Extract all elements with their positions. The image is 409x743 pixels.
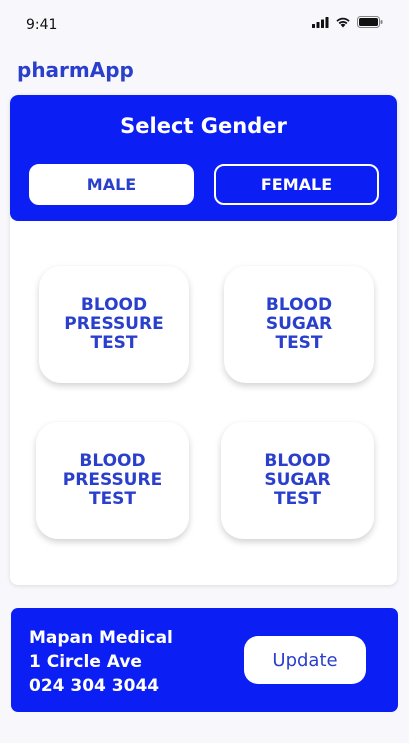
blood-pressure-test-tile[interactable]: BLOOD PRESSURE TEST bbox=[39, 266, 189, 383]
gender-title: Select Gender bbox=[120, 114, 287, 138]
tile-label-line: TEST bbox=[275, 333, 323, 353]
tile-label-line: BLOOD bbox=[80, 295, 148, 315]
blood-sugar-test-tile[interactable]: BLOOD SUGAR TEST bbox=[224, 266, 374, 383]
tile-label-line: SUGAR bbox=[264, 470, 331, 490]
female-button[interactable]: FEMALE bbox=[214, 164, 379, 205]
tile-label: BLOOD PRESSURE TEST bbox=[64, 296, 163, 353]
male-button[interactable]: MALE bbox=[29, 164, 194, 205]
pharmacy-info: Mapan Medical 1 Circle Ave 024 304 3044 bbox=[29, 626, 173, 698]
tile-label-line: TEST bbox=[88, 489, 137, 509]
pharmacy-footer: Mapan Medical 1 Circle Ave 024 304 3044 … bbox=[11, 608, 398, 712]
tile-label: BLOOD SUGAR TEST bbox=[264, 452, 330, 509]
status-bar: 9:41 bbox=[0, 0, 409, 50]
tile-label-line: TEST bbox=[90, 333, 138, 353]
pharmacy-address: 1 Circle Ave bbox=[29, 652, 142, 672]
status-icons bbox=[312, 16, 383, 28]
tile-label: BLOOD SUGAR TEST bbox=[266, 296, 332, 353]
blood-pressure-test-tile[interactable]: BLOOD PRESSURE TEST bbox=[36, 422, 189, 539]
pharmacy-phone: 024 304 3044 bbox=[29, 676, 160, 696]
update-button[interactable]: Update bbox=[244, 636, 366, 684]
blood-sugar-test-tile[interactable]: BLOOD SUGAR TEST bbox=[221, 422, 374, 539]
status-time: 9:41 bbox=[26, 17, 58, 33]
tile-label-line: PRESSURE bbox=[64, 314, 164, 334]
tile-label-line: BLOOD bbox=[264, 451, 331, 471]
tile-label-line: PRESSURE bbox=[62, 470, 163, 490]
tile-label: BLOOD PRESSURE TEST bbox=[63, 452, 162, 509]
gender-header: Select Gender MALE FEMALE bbox=[10, 95, 397, 221]
battery-icon bbox=[357, 16, 383, 28]
app-title: pharmApp bbox=[17, 58, 134, 82]
tile-label-line: BLOOD bbox=[265, 295, 333, 315]
wifi-icon bbox=[336, 17, 350, 28]
tile-label-line: SUGAR bbox=[265, 314, 333, 334]
signal-icon bbox=[312, 16, 329, 28]
tile-label-line: BLOOD bbox=[79, 451, 146, 471]
test-selection-card: Select Gender MALE FEMALE BLOOD PRESSURE… bbox=[10, 95, 397, 585]
pharmacy-name: Mapan Medical bbox=[29, 628, 173, 648]
tile-label-line: TEST bbox=[273, 489, 322, 509]
